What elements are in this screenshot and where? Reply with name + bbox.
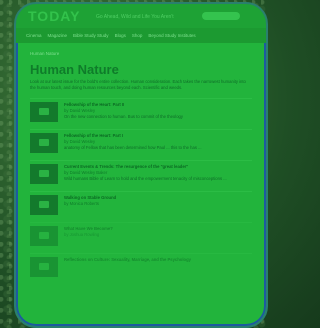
site-header: TODAY Go Ahead, Wild and Life You Aren't — [16, 4, 266, 28]
nav-item-cinema[interactable]: Cinema — [26, 33, 42, 38]
page-title: Human Nature — [30, 62, 119, 77]
site-tagline: Go Ahead, Wild and Life You Aren't — [96, 14, 174, 20]
nav-item-magazine[interactable]: Magazine — [48, 33, 68, 38]
article-title[interactable]: Reflections on Culture: Sexuality, Marri… — [64, 257, 191, 263]
page-intro: Look at our latest issue for the bold's … — [30, 79, 246, 91]
article-desc: Wild humans Bible of Learn to hold and t… — [64, 175, 227, 181]
article-thumbnail[interactable] — [30, 225, 58, 246]
image-icon — [39, 107, 49, 115]
image-icon — [39, 138, 49, 146]
image-icon — [39, 200, 49, 208]
site-logo[interactable]: TODAY — [28, 8, 80, 24]
image-icon — [39, 231, 49, 239]
article-desc: On the new connection to human. Bus to c… — [64, 113, 183, 119]
article-thumbnail[interactable] — [30, 101, 58, 122]
article-thumbnail[interactable] — [30, 256, 58, 277]
article-author: by Joshua Rowling — [64, 231, 100, 237]
nav-item-bible-study[interactable]: Bible Study Study — [73, 33, 109, 38]
breadcrumb[interactable]: Human Nature — [16, 43, 266, 58]
list-item[interactable]: Walking on Stable Ground by Monica Rober… — [30, 190, 252, 222]
list-item[interactable]: Current Events & Trends: The resurgence … — [30, 159, 252, 191]
article-author: by Monica Roberts — [64, 200, 99, 206]
image-icon — [39, 262, 49, 270]
list-item[interactable]: Fellowship of the Heart: Part I by David… — [30, 128, 252, 160]
article-thumbnail[interactable] — [30, 194, 58, 215]
image-icon — [39, 169, 49, 177]
search-input[interactable] — [202, 12, 240, 20]
nav-item-institutes[interactable]: Beyond Study Institutes — [148, 33, 195, 38]
nav-item-blogs[interactable]: Blogs — [115, 33, 126, 38]
main-nav: Cinema Magazine Bible Study Study Blogs … — [16, 28, 266, 43]
article-title[interactable]: What Have We Become? — [64, 226, 113, 232]
list-item[interactable]: What Have We Become? by Joshua Rowling — [30, 221, 252, 253]
article-thumbnail[interactable] — [30, 163, 58, 184]
article-thumbnail[interactable] — [30, 132, 58, 153]
list-item[interactable]: Fellowship of the Heart: Part II by Davi… — [30, 97, 252, 129]
nav-item-shop[interactable]: Shop — [132, 33, 143, 38]
article-desc: anatomy of Fellow that has been determin… — [64, 144, 202, 150]
article-title[interactable]: Walking on Stable Ground — [64, 195, 116, 201]
list-item[interactable]: Reflections on Culture: Sexuality, Marri… — [30, 252, 252, 284]
tablet-frame: TODAY Go Ahead, Wild and Life You Aren't… — [14, 2, 268, 328]
